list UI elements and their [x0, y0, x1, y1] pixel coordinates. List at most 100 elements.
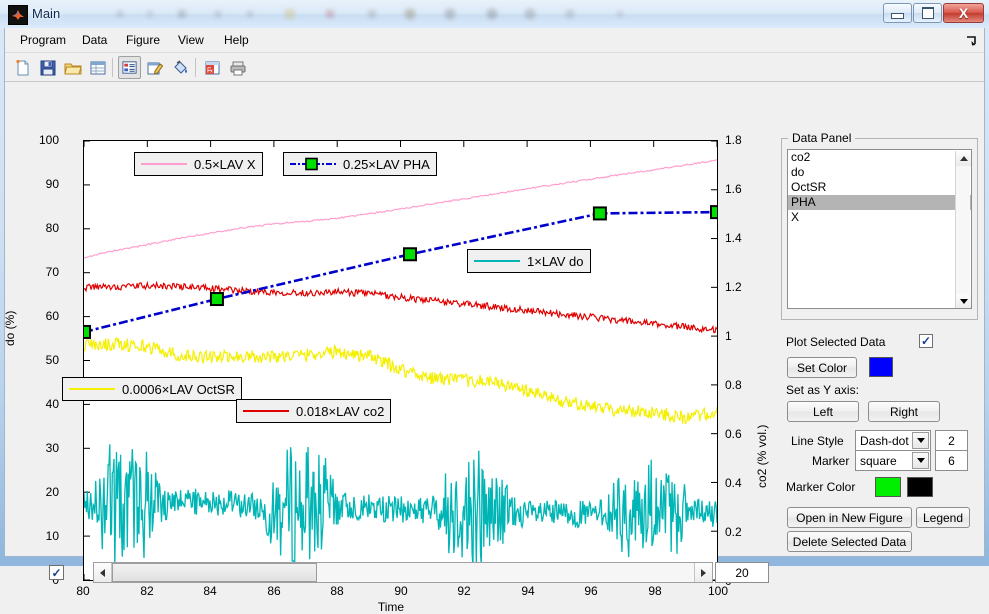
y-right-tick-1.2: 1.2: [725, 280, 742, 294]
legend-swatch-do: [474, 254, 520, 268]
toolbar-separator-1: [112, 58, 113, 77]
set-left-axis-button[interactable]: Left: [787, 401, 859, 422]
menu-view[interactable]: View: [171, 32, 211, 49]
y-left-tick-90: 90: [45, 177, 59, 191]
list-item[interactable]: co2: [788, 150, 971, 165]
plot-area[interactable]: [83, 140, 718, 581]
y-right-tick-0.8: 0.8: [725, 378, 742, 392]
legend-swatch-pha: [290, 157, 336, 171]
checkmark-icon: ✓: [920, 334, 932, 348]
new-file-icon[interactable]: [11, 56, 34, 79]
legend-box-do[interactable]: 1×LAV do: [467, 249, 591, 273]
background-window-blur: [100, 2, 860, 26]
minimize-button[interactable]: [883, 3, 912, 23]
control-panel: Data Panel co2 do OctSR PHA X Plot Selec…: [776, 83, 984, 556]
plot-selected-checkbox[interactable]: ✓: [919, 334, 933, 348]
x-tick-86: 86: [267, 584, 281, 598]
set-right-axis-button[interactable]: Right: [868, 401, 940, 422]
menu-figure[interactable]: Figure: [119, 32, 167, 49]
y-right-tick-0.6: 0.6: [725, 427, 742, 441]
properties-list-icon[interactable]: [118, 56, 141, 79]
open-in-new-figure-button[interactable]: Open in New Figure: [787, 507, 912, 528]
scroll-up-icon[interactable]: [956, 151, 971, 166]
chevron-down-icon[interactable]: [912, 452, 929, 469]
toolbar: F x: [5, 53, 984, 82]
marker-select[interactable]: square: [855, 450, 931, 471]
close-button[interactable]: X: [943, 3, 984, 23]
matlab-icon: [8, 5, 28, 25]
list-item-selected[interactable]: PHA: [788, 195, 971, 210]
close-icon: X: [958, 5, 969, 21]
fill-color-icon[interactable]: [168, 56, 191, 79]
overflow-arrow-icon[interactable]: [964, 34, 978, 48]
legend-label-octsr: 0.0006×LAV OctSR: [122, 381, 235, 397]
menu-data[interactable]: Data: [75, 32, 114, 49]
scroll-enable-checkbox[interactable]: ✓: [49, 565, 64, 580]
y-left-tick-100: 100: [38, 133, 59, 147]
line-style-select[interactable]: Dash-dot: [855, 430, 931, 451]
set-color-button[interactable]: Set Color: [787, 357, 857, 378]
legend-button[interactable]: Legend: [916, 507, 970, 528]
minimize-icon: [891, 13, 904, 19]
legend-label-do: 1×LAV do: [527, 253, 584, 269]
marker-fill-swatch[interactable]: [875, 477, 901, 497]
legend-box-x[interactable]: 0.5×LAV X: [134, 152, 263, 176]
delete-selected-data-button[interactable]: Delete Selected Data: [787, 531, 912, 552]
y-left-tick-40: 40: [45, 397, 59, 411]
x-axis-label: Time: [377, 600, 405, 614]
set-y-axis-label: Set as Y axis:: [786, 383, 859, 397]
y-left-tick-10: 10: [45, 529, 59, 543]
checkmark-icon: ✓: [51, 565, 62, 580]
x-tick-100: 100: [707, 584, 729, 598]
legend-box-octsr[interactable]: 0.0006×LAV OctSR: [62, 377, 242, 401]
application-window: Main X Program Data Figure View Help F x…: [0, 0, 989, 614]
time-scrollbar[interactable]: [93, 562, 713, 583]
marker-color-label: Marker Color: [786, 480, 856, 494]
y-left-tick-60: 60: [45, 309, 59, 323]
set-color-swatch[interactable]: [869, 357, 893, 377]
legend-box-pha[interactable]: 0.25×LAV PHA: [283, 152, 437, 176]
window-width-field[interactable]: 20: [715, 562, 769, 583]
menu-program[interactable]: Program: [13, 32, 73, 49]
list-item[interactable]: do: [788, 165, 971, 180]
data-panel-title: Data Panel: [788, 131, 856, 145]
plot-canvas: [84, 141, 717, 580]
line-width-field[interactable]: 2: [935, 430, 968, 451]
y-left-tick-70: 70: [45, 265, 59, 279]
y-axis-right-label: co2 (% vol.): [755, 424, 769, 488]
save-icon[interactable]: [36, 56, 59, 79]
y-right-tick-0.4: 0.4: [725, 476, 742, 490]
x-tick-90: 90: [394, 584, 408, 598]
data-list-scrollbar[interactable]: [955, 151, 971, 308]
line-style-value: Dash-dot: [860, 433, 909, 448]
y-right-tick-1.4: 1.4: [725, 231, 742, 245]
figure-area: do (%) co2 (% vol.) Time 100 90 80 70 60…: [3, 83, 776, 614]
y-left-tick-50: 50: [45, 353, 59, 367]
print-icon[interactable]: [226, 56, 249, 79]
legend-box-co2[interactable]: 0.018×LAV co2: [236, 399, 392, 423]
open-folder-icon[interactable]: [61, 56, 84, 79]
x-tick-80: 80: [76, 584, 90, 598]
export-excel-icon[interactable]: F x: [201, 56, 224, 79]
marker-edge-swatch[interactable]: [907, 477, 933, 497]
list-item[interactable]: X: [788, 210, 971, 225]
x-tick-88: 88: [330, 584, 344, 598]
menu-help[interactable]: Help: [217, 32, 256, 49]
y-right-tick-1.6: 1.6: [725, 182, 742, 196]
chevron-down-icon[interactable]: [912, 432, 929, 449]
client-area: Program Data Figure View Help F x do (%)…: [3, 28, 985, 614]
toolbar-separator-2: [195, 58, 196, 77]
scroll-down-icon[interactable]: [956, 294, 971, 308]
plot-selected-label: Plot Selected Data: [786, 335, 886, 349]
x-tick-82: 82: [140, 584, 154, 598]
y-left-tick-30: 30: [45, 441, 59, 455]
x-tick-96: 96: [584, 584, 598, 598]
marker-value: square: [860, 453, 897, 468]
marker-size-field[interactable]: 6: [935, 450, 968, 471]
list-item[interactable]: OctSR: [788, 180, 971, 195]
legend-label-pha: 0.25×LAV PHA: [343, 156, 430, 172]
data-list[interactable]: co2 do OctSR PHA X: [787, 149, 972, 309]
table-view-icon[interactable]: [86, 56, 109, 79]
edit-plot-icon[interactable]: [143, 56, 166, 79]
maximize-button[interactable]: [913, 3, 942, 23]
